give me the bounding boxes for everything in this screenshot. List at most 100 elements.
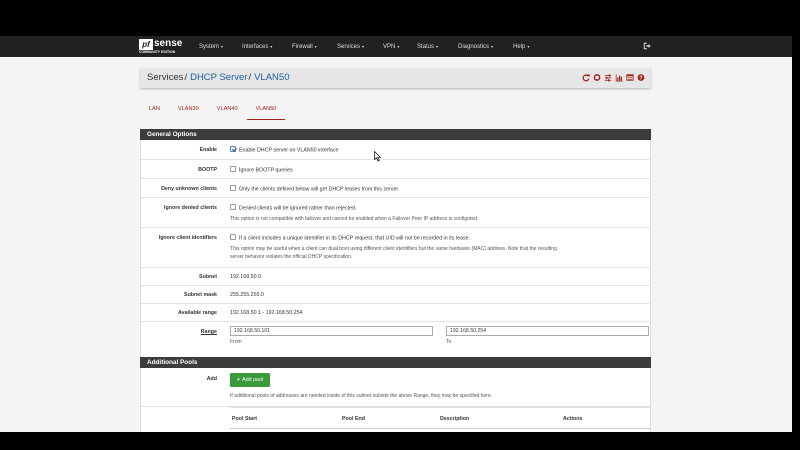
ignore-identifiers-checkbox[interactable] bbox=[230, 234, 236, 240]
caret-down-icon: ▾ bbox=[491, 44, 494, 49]
subnet-mask-value: 255.255.255.0 bbox=[230, 292, 264, 298]
ignore-denied-help: This option is not compatible with failo… bbox=[230, 216, 479, 222]
available-range-label: Available range bbox=[178, 310, 217, 316]
ignore-identifiers-text: If a client includes a unique identifier… bbox=[239, 235, 471, 242]
add-pool-button[interactable]: + Add pool bbox=[230, 373, 270, 387]
nav-firewall-label: Firewall bbox=[292, 44, 313, 50]
nav-status-label: Status bbox=[417, 44, 435, 50]
nav-system[interactable]: System ▾ bbox=[199, 36, 223, 57]
col-pool-end: Pool End bbox=[342, 416, 365, 422]
subnet-row: Subnet 192.168.50.0 bbox=[141, 267, 650, 285]
range-from-label: From bbox=[230, 339, 242, 345]
caret-down-icon: ▾ bbox=[436, 44, 439, 49]
sliders-icon[interactable] bbox=[604, 73, 612, 82]
caret-down-icon: ▾ bbox=[221, 44, 224, 49]
available-range-row: Available range 192.168.50.1 - 192.168.5… bbox=[141, 303, 650, 321]
breadcrumb-dhcp-server[interactable]: DHCP Server bbox=[190, 72, 247, 83]
nav-status[interactable]: Status ▾ bbox=[417, 36, 438, 57]
bootp-text: Ignore BOOTP queries bbox=[239, 167, 293, 174]
bar-chart-icon[interactable] bbox=[615, 73, 623, 82]
breadcrumb-services: Services bbox=[147, 72, 184, 83]
ignore-denied-control[interactable]: Denied clients will be ignored rather th… bbox=[230, 204, 357, 212]
tab-vlan30[interactable]: VLAN30 bbox=[169, 102, 208, 120]
deny-unknown-label: Deny unknown clients bbox=[161, 186, 217, 192]
interface-tabs: LAN VLAN30 VLAN40 VLAN50 bbox=[140, 102, 286, 120]
breadcrumb-separator: / bbox=[184, 72, 188, 83]
svg-text:?: ? bbox=[639, 75, 642, 81]
logo-pf: pf bbox=[139, 39, 153, 50]
nav-services[interactable]: Services ▾ bbox=[337, 36, 364, 57]
plus-icon: + bbox=[236, 377, 240, 383]
list-icon[interactable] bbox=[626, 73, 634, 82]
breadcrumb-icons: ? bbox=[582, 73, 645, 83]
col-pool-start: Pool Start bbox=[232, 416, 258, 422]
range-label: Range bbox=[200, 329, 217, 335]
range-to-input[interactable]: 192.168.50.254 bbox=[446, 326, 649, 336]
nav-diagnostics[interactable]: Diagnostics ▾ bbox=[458, 36, 493, 57]
caret-down-icon: ▾ bbox=[527, 44, 530, 49]
col-actions: Actions bbox=[563, 416, 583, 422]
stop-icon[interactable] bbox=[593, 73, 601, 82]
range-from-input[interactable]: 192.168.50.101 bbox=[230, 326, 433, 336]
subnet-mask-label: Subnet mask bbox=[184, 292, 217, 298]
logo-edition: COMMUNITY EDITION bbox=[139, 50, 176, 54]
nav-help[interactable]: Help ▾ bbox=[513, 36, 529, 57]
bootp-checkbox[interactable] bbox=[230, 166, 236, 172]
logo-sense: sense bbox=[154, 38, 183, 49]
deny-unknown-row: Deny unknown clients Only the clients de… bbox=[141, 178, 650, 197]
bootp-control[interactable]: Ignore BOOTP queries bbox=[230, 166, 293, 174]
add-pool-row: Add + Add pool If additional pools of ad… bbox=[141, 368, 650, 406]
ignore-identifiers-help-1: This option may be useful when a client … bbox=[230, 246, 557, 252]
ignore-identifiers-label: Ignore client identifiers bbox=[158, 235, 217, 241]
enable-label: Enable bbox=[199, 147, 217, 153]
nav-vpn[interactable]: VPN ▾ bbox=[383, 36, 399, 57]
help-icon[interactable]: ? bbox=[637, 73, 645, 82]
deny-unknown-control[interactable]: Only the clients defined below will get … bbox=[230, 185, 400, 193]
browser-viewport: pf sense COMMUNITY EDITION System ▾ Inter… bbox=[0, 36, 792, 432]
add-pool-help: If additional pools of addresses are nee… bbox=[230, 393, 493, 399]
general-options-header: General Options bbox=[140, 129, 651, 140]
nav-firewall[interactable]: Firewall ▾ bbox=[292, 36, 317, 57]
additional-pools-panel: Add + Add pool If additional pools of ad… bbox=[140, 368, 651, 432]
breadcrumb-separator: / bbox=[248, 72, 252, 83]
nav-help-label: Help bbox=[513, 44, 526, 50]
enable-checkbox[interactable] bbox=[230, 146, 236, 152]
mouse-cursor-icon bbox=[374, 151, 382, 162]
deny-unknown-checkbox[interactable] bbox=[230, 185, 236, 191]
top-navbar: pf sense COMMUNITY EDITION System ▾ Inter… bbox=[0, 36, 792, 57]
ignore-denied-row: Ignore denied clients Denied clients wil… bbox=[141, 197, 650, 227]
nav-services-label: Services bbox=[337, 44, 361, 50]
ignore-denied-checkbox[interactable] bbox=[230, 204, 236, 210]
ignore-identifiers-control[interactable]: If a client includes a unique identifier… bbox=[230, 234, 471, 242]
nav-interfaces-label: Interfaces bbox=[242, 44, 269, 50]
subnet-label: Subnet bbox=[199, 274, 217, 280]
caret-down-icon: ▾ bbox=[270, 44, 273, 49]
caret-down-icon: ▾ bbox=[314, 44, 317, 49]
sign-out-icon[interactable] bbox=[643, 42, 651, 50]
deny-unknown-text: Only the clients defined below will get … bbox=[239, 186, 400, 193]
enable-control[interactable]: Enable DHCP server on VLAN50 interface bbox=[230, 146, 338, 153]
caret-down-icon: ▾ bbox=[362, 44, 365, 49]
pools-table-row: Pool Start Pool End Description Actions bbox=[141, 406, 650, 432]
pools-table: Pool Start Pool End Description Actions bbox=[230, 407, 650, 432]
pfsense-logo[interactable]: pf sense COMMUNITY EDITION bbox=[139, 38, 187, 55]
enable-row: Enable Enable DHCP server on VLAN50 inte… bbox=[141, 140, 650, 159]
range-to-label: To bbox=[446, 339, 452, 345]
tab-vlan50[interactable]: VLAN50 bbox=[246, 102, 286, 120]
reload-icon[interactable] bbox=[582, 73, 590, 82]
bootp-label: BOOTP bbox=[198, 167, 217, 173]
nav-system-label: System bbox=[199, 44, 220, 50]
ignore-identifiers-help-2: server behavior violates the official DH… bbox=[230, 254, 353, 260]
nav-interfaces[interactable]: Interfaces ▾ bbox=[242, 36, 272, 57]
bootp-row: BOOTP Ignore BOOTP queries bbox=[141, 159, 650, 178]
tab-lan[interactable]: LAN bbox=[140, 102, 169, 120]
additional-pools-header: Additional Pools bbox=[140, 357, 651, 368]
col-description: Description bbox=[440, 416, 470, 422]
ignore-denied-label: Ignore denied clients bbox=[164, 205, 217, 211]
subnet-value: 192.168.50.0 bbox=[230, 274, 261, 280]
breadcrumb-vlan50[interactable]: VLAN50 bbox=[254, 72, 289, 83]
nav-diagnostics-label: Diagnostics bbox=[458, 44, 490, 50]
ignore-denied-text: Denied clients will be ignored rather th… bbox=[239, 205, 357, 212]
tab-vlan40[interactable]: VLAN40 bbox=[208, 102, 247, 120]
ignore-identifiers-row: Ignore client identifiers If a client in… bbox=[141, 227, 650, 267]
